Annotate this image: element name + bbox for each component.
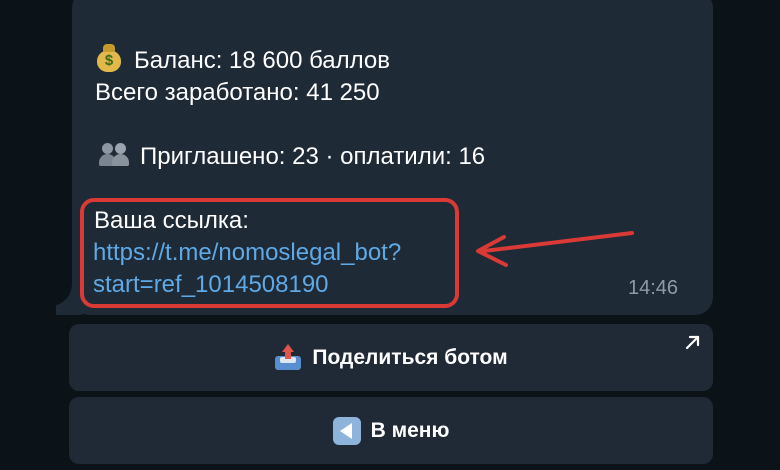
back-to-menu-button[interactable]: В меню [69,397,713,464]
link-highlight-box [80,198,459,308]
back-arrow-icon [332,416,361,445]
outbox-tray-icon [274,343,302,372]
money-bag-icon: $ [96,44,122,72]
balance-line: $ Баланс: 18 600 баллов [96,44,390,76]
earned-line: Всего заработано: 41 250 [95,79,380,106]
invited-line: Приглашено: 23 · оплатили: 16 [96,142,485,172]
busts-icon [96,142,130,168]
share-bot-button[interactable]: Поделиться ботом [69,324,713,391]
invited-text: Приглашено: 23 · оплатили: 16 [140,143,486,170]
external-arrow-icon [685,335,700,350]
balance-text: Баланс: 18 600 баллов [134,47,391,74]
message-time: 14:46 [628,277,679,299]
annotation-arrow [476,231,634,267]
back-to-menu-label: В меню [370,418,450,442]
share-bot-label: Поделиться ботом [312,345,508,369]
